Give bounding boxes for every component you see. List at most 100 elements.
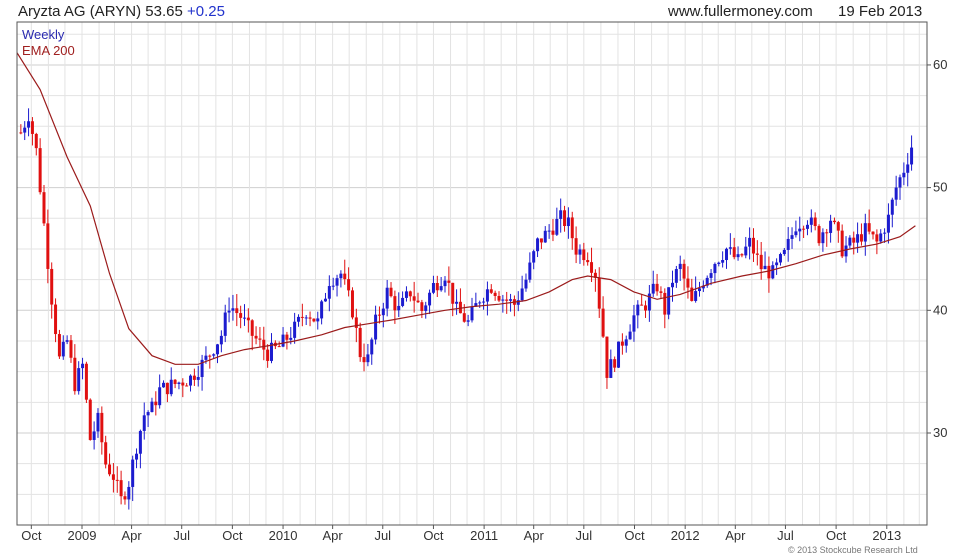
candle-body-down [644,305,648,311]
candle-body-up [728,247,732,249]
candle-body-up [77,368,81,392]
x-tick-label: Oct [624,528,645,543]
candle-body-up [906,164,910,173]
candle-body-down [813,217,817,227]
candle-body-down [759,254,763,270]
candle-body-down [755,253,759,255]
candle-body-down [462,313,466,322]
candle-body-up [331,285,335,287]
candle-body-up [61,341,65,357]
candle-body-down [38,148,42,193]
candle-body-down [412,296,416,301]
candle-body-down [88,399,92,440]
x-tick-label: Jul [374,528,391,543]
candle-body-down [767,265,771,279]
candle-body-down [57,334,61,357]
candle-body-down [420,302,424,311]
candle-body-up [578,249,582,255]
copyright-notice: © 2013 Stockcube Research Ltd [788,545,918,555]
candle-body-down [250,320,254,336]
candle-body-down [277,346,281,348]
candle-body-down [389,287,393,297]
candle-body-up [671,282,675,288]
candle-body-up [856,234,860,243]
candle-body-up [385,287,389,309]
candle-body-down [497,295,501,301]
candle-body-down [235,308,239,314]
candle-body-up [547,230,551,232]
candle-body-down [640,304,644,306]
candle-body-down [42,192,46,224]
candle-body-down [416,300,420,303]
x-tick-label: 2012 [671,528,700,543]
candle-body-up [127,486,131,500]
candle-body-up [470,306,474,321]
candle-body-up [23,127,27,133]
candle-body-down [312,318,316,322]
candle-body-up [339,273,343,279]
x-axis: Oct 2009 Apr Jul Oct 2010 Apr Jul Oct 2011 Apr Jul O… [21,525,901,543]
candle-body-up [223,312,227,336]
candle-body-up [65,340,69,342]
candle-body-up [320,301,324,319]
ema-200-line [16,52,916,365]
candle-body-up [478,302,482,304]
candle-body-up [786,238,790,250]
price-chart: Oct 2009 Apr Jul Oct 2010 Apr Jul Oct 2011 Apr Jul O… [16,21,947,543]
candle-body-down [740,254,744,256]
legend-ema-200: EMA 200 [22,43,75,58]
candle-body-up [96,412,100,432]
candle-body-up [428,292,432,306]
candle-body-up [778,254,782,263]
candle-body-down [613,359,617,368]
candle-body-down [875,234,879,242]
candle-body-up [713,263,717,274]
candle-body-down [408,291,412,297]
candle-body-down [582,249,586,261]
candle-body-up [370,339,374,355]
candle-body-up [327,286,331,299]
candle-body-down [362,357,366,363]
candle-body-down [84,363,88,400]
candle-body-up [617,341,621,368]
candle-body-up [809,217,813,225]
candle-body-up [455,301,459,304]
candle-body-down [123,496,127,500]
candle-body-up [790,235,794,239]
candle-body-up [281,334,285,347]
candle-body-down [840,230,844,257]
candle-body-up [296,316,300,322]
x-tick-label: Oct [423,528,444,543]
candle-body-up [678,263,682,270]
candle-body-up [216,344,220,355]
candle-body-up [805,224,809,229]
x-tick-label: Oct [826,528,847,543]
candle-body-up [482,301,486,303]
candle-body-up [424,305,428,311]
candle-body-down [551,230,555,235]
candle-body-up [566,217,570,227]
candle-body-up [219,335,223,345]
candle-body-up [532,251,536,263]
candle-body-down [115,479,119,481]
candle-body-up [227,310,231,313]
candle-body-down [119,480,123,497]
y-tick-label: 40 [933,302,947,317]
candle-body-up [636,304,640,316]
candle-body-up [632,315,636,332]
candle-body-up [698,288,701,292]
candle-body-up [81,363,85,369]
candle-body-up [323,298,327,302]
candle-body-up [501,299,505,301]
candle-body-up [92,431,96,440]
candle-body-down [19,132,23,134]
candle-body-down [451,282,455,304]
candle-body-up [744,246,748,256]
candle-body-up [524,279,528,289]
x-tick-label: 2010 [269,528,298,543]
candle-body-up [651,283,655,294]
candle-body-down [659,291,663,293]
candle-body-down [46,223,50,269]
y-tick-label: 60 [933,57,947,72]
candle-body-up [798,228,802,232]
